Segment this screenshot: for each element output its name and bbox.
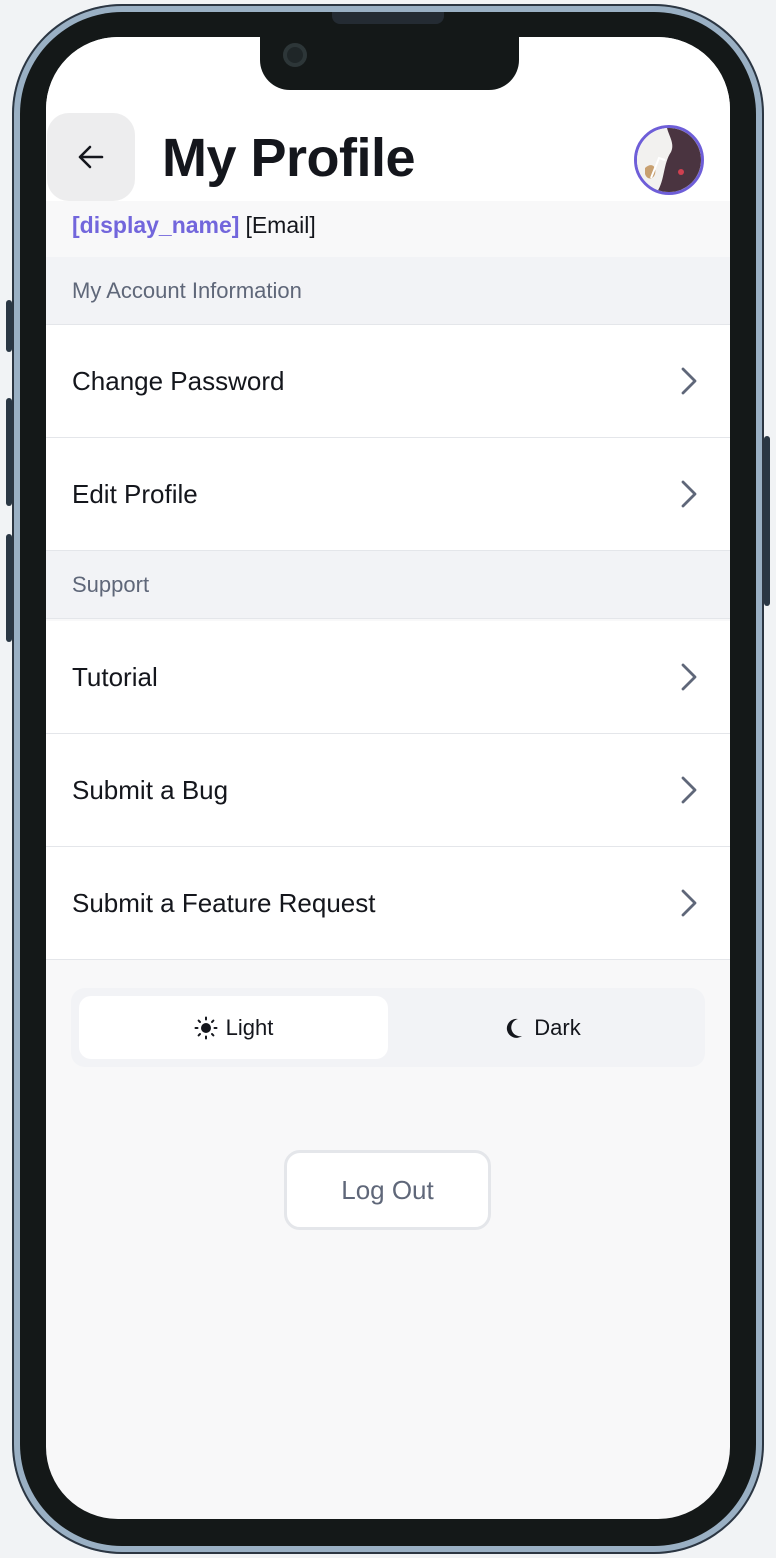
submit-bug-item[interactable]: Submit a Bug	[46, 734, 730, 847]
edit-profile-label: Edit Profile	[72, 479, 198, 509]
theme-dark-option[interactable]: Dark	[388, 996, 697, 1059]
page-title: My Profile	[162, 128, 416, 188]
user-info: [display_name] [Email]	[46, 201, 730, 257]
change-password-label: Change Password	[72, 366, 285, 396]
change-password-item[interactable]: Change Password	[46, 325, 730, 438]
power-button	[764, 436, 770, 606]
theme-light-label: Light	[225, 1014, 274, 1040]
theme-dark-label: Dark	[534, 1014, 581, 1040]
speaker-grille	[332, 12, 444, 24]
theme-light-option[interactable]: Light	[79, 996, 388, 1059]
chevron-right-icon	[681, 776, 697, 804]
section-account-information: My Account Information	[46, 257, 730, 325]
user-email: [Email]	[245, 212, 316, 238]
volume-up-button	[6, 398, 12, 506]
silent-switch	[6, 300, 12, 352]
submit-bug-label: Submit a Bug	[72, 775, 229, 805]
avatar[interactable]	[634, 125, 704, 195]
front-camera	[283, 43, 307, 67]
chevron-right-icon	[681, 663, 697, 691]
chevron-right-icon	[681, 367, 697, 395]
display-name: [display_name]	[72, 212, 240, 238]
edit-profile-item[interactable]: Edit Profile	[46, 438, 730, 551]
tutorial-item[interactable]: Tutorial	[46, 621, 730, 734]
chevron-right-icon	[681, 480, 697, 508]
user-avatar-icon	[637, 128, 701, 192]
theme-toggle: Light Dark	[71, 988, 705, 1067]
arrow-left-icon	[78, 145, 104, 169]
section-support: Support	[46, 551, 730, 619]
sun-icon	[194, 1016, 218, 1039]
tutorial-label: Tutorial	[72, 662, 158, 692]
submit-feature-request-label: Submit a Feature Request	[72, 888, 376, 918]
chevron-right-icon	[681, 889, 697, 917]
moon-icon	[507, 1018, 523, 1038]
submit-feature-request-item[interactable]: Submit a Feature Request	[46, 847, 730, 960]
logout-button[interactable]: Log Out	[284, 1150, 491, 1230]
back-button[interactable]	[47, 113, 135, 201]
app-screen: My Profile [display_name] [Email] My Acco…	[46, 37, 730, 1519]
volume-down-button	[6, 534, 12, 642]
